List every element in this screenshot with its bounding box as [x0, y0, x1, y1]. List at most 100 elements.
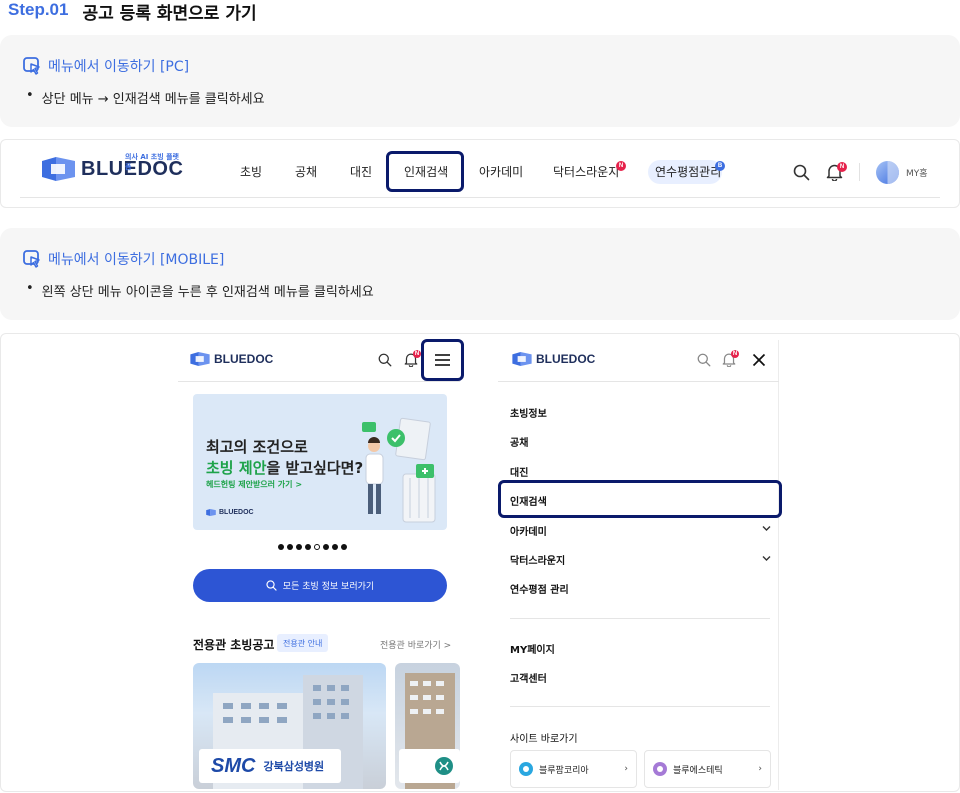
- nav-item-training-credits[interactable]: 연수평점관리: [655, 163, 721, 180]
- banner-line1: 최고의 조건으로: [206, 438, 308, 456]
- pager-dot[interactable]: [287, 544, 293, 550]
- exclusive-section-title: 전용관 초빙공고: [193, 638, 275, 652]
- banner-pager[interactable]: [278, 544, 347, 550]
- step-title: 공고 등록 화면으로 가기: [82, 3, 257, 24]
- banner-line2-rest: 을 받고싶다면?: [266, 459, 364, 477]
- pager-dot[interactable]: [278, 544, 284, 550]
- pc-heading: 메뉴에서 이동하기 [PC]: [22, 56, 189, 76]
- talent-search-highlight: [386, 151, 464, 192]
- step-badge: Step.01: [0, 0, 77, 22]
- mobile-bullet: 왼쪽 상단 메뉴 아이콘을 누른 후 인재검색 메뉴를 클릭하세요: [26, 281, 374, 300]
- banner-logo-text: BLUEDOC: [219, 509, 254, 516]
- chevron-down-icon[interactable]: [762, 555, 771, 562]
- menu-item-gongchae[interactable]: 공채: [510, 434, 528, 449]
- chevron-down-icon[interactable]: [762, 525, 771, 532]
- bluepharm-logo-icon: [519, 762, 533, 776]
- desktop-logo[interactable]: 의사 AI 초빙 플랫폼 BLUEDOC: [42, 153, 183, 181]
- mobile-heading-text: 메뉴에서 이동하기 [MOBILE]: [48, 252, 225, 268]
- new-badge: N: [616, 161, 626, 171]
- pager-dot[interactable]: [341, 544, 347, 550]
- promo-banner[interactable]: 최고의 조건으로 초빙 제안을 받고싶다면? 헤드헌팅 제안받으러 가기 > B…: [193, 394, 447, 530]
- step-header: Step.01 공고 등록 화면으로 가기: [0, 0, 257, 24]
- mobile-frame: [0, 333, 960, 792]
- site-link-blueaesthetic[interactable]: 블루에스테틱 ›: [644, 750, 771, 788]
- bell-badge: N: [837, 162, 847, 172]
- exclusive-section-link[interactable]: 전용관 바로가기 >: [380, 638, 451, 651]
- banner-cta[interactable]: 헤드헌팅 제안받으러 가기 >: [206, 479, 302, 490]
- menu-talent-search-highlight: [498, 480, 782, 518]
- menu-divider: [510, 706, 770, 707]
- site-shortcuts-label: 사이트 바로가기: [510, 734, 578, 745]
- mobile-instruction-panel: 메뉴에서 이동하기 [MOBILE] 왼쪽 상단 메뉴 아이콘을 누른 후 인재…: [0, 228, 960, 320]
- menu-item-my-page[interactable]: MY페이지: [510, 641, 555, 656]
- menu-divider: [510, 618, 770, 619]
- hospital-logo: SMC: [211, 754, 256, 777]
- close-icon[interactable]: [752, 353, 766, 367]
- search-icon: [266, 580, 277, 591]
- all-jobs-button-label: 모든 초빙 정보 보러가기: [282, 582, 375, 592]
- menu-item-chobing-info[interactable]: 초빙정보: [510, 405, 547, 420]
- nav-item-gongchae[interactable]: 공채: [295, 163, 317, 180]
- hospital-emblem-icon: [435, 757, 453, 775]
- drawer-logo-text: BLUEDOC: [536, 352, 596, 366]
- all-jobs-button[interactable]: 모든 초빙 정보 보러가기: [193, 569, 447, 602]
- mobile-heading: 메뉴에서 이동하기 [MOBILE]: [22, 249, 224, 269]
- pc-instruction-panel: 메뉴에서 이동하기 [PC] 상단 메뉴 → 인재검색 메뉴를 클릭하세요: [0, 35, 960, 127]
- bell-badge: N: [731, 350, 739, 358]
- blueaesthetic-logo-icon: [653, 762, 667, 776]
- menu-item-doctors-lounge[interactable]: 닥터스라운지: [510, 552, 565, 567]
- pager-dot-active[interactable]: [314, 544, 320, 550]
- menu-item-daejin[interactable]: 대진: [510, 464, 528, 479]
- mobile-header-divider: [178, 381, 460, 382]
- nav-item-chobing[interactable]: 초빙: [240, 163, 262, 180]
- hospital-card[interactable]: SMC 강북삼성병원: [193, 663, 386, 789]
- mobile-home-logo[interactable]: BLUEDOC: [190, 352, 273, 366]
- drawer-header-divider: [498, 381, 779, 382]
- nav-separator: [859, 163, 860, 181]
- my-home-link[interactable]: MY홈: [906, 166, 928, 179]
- nav-item-academy[interactable]: 아카데미: [479, 163, 523, 180]
- bluedoc-logo-icon: [206, 509, 216, 516]
- menu-item-academy[interactable]: 아카데미: [510, 523, 547, 538]
- desktop-logo-sub: 의사 AI 초빙 플랫폼: [125, 152, 179, 171]
- bluedoc-logo-icon: [42, 157, 75, 181]
- cursor-click-icon: [23, 57, 40, 75]
- banner-line2-green: 초빙 제안: [206, 459, 267, 477]
- hamburger-menu-icon[interactable]: [434, 353, 451, 367]
- bell-badge: N: [413, 350, 421, 358]
- cursor-click-icon: [23, 250, 40, 268]
- bluedoc-logo-icon: [512, 352, 532, 366]
- pager-dot[interactable]: [305, 544, 311, 550]
- hospital-name: 강북삼성병원: [263, 760, 325, 773]
- b-badge: B: [715, 161, 725, 171]
- site-link-blueaesthetic-label: 블루에스테틱: [673, 765, 723, 776]
- doctor-illustration-icon: [362, 417, 436, 523]
- mobile-home-logo-text: BLUEDOC: [214, 352, 274, 366]
- menu-item-customer-center[interactable]: 고객센터: [510, 670, 547, 685]
- pager-dot[interactable]: [323, 544, 329, 550]
- search-icon[interactable]: [793, 164, 810, 181]
- pager-dot[interactable]: [296, 544, 302, 550]
- search-icon[interactable]: [378, 353, 392, 367]
- nav-item-doctors-lounge[interactable]: 닥터스라운지: [553, 163, 619, 180]
- pc-heading-text: 메뉴에서 이동하기 [PC]: [48, 59, 190, 75]
- nav-item-daejin[interactable]: 대진: [350, 163, 372, 180]
- site-link-bluepharm[interactable]: 블루팜코리아 ›: [510, 750, 637, 788]
- chevron-right-icon: ›: [758, 764, 762, 774]
- banner-line2: 초빙 제안을 받고싶다면?: [206, 457, 363, 478]
- hospital-logo-plate: SMC 강북삼성병원: [199, 749, 341, 783]
- hospital-card-2[interactable]: [395, 663, 460, 789]
- bluedoc-logo-icon: [190, 352, 210, 366]
- pc-bullet: 상단 메뉴 → 인재검색 메뉴를 클릭하세요: [26, 88, 265, 107]
- menu-item-training-credits[interactable]: 연수평점 관리: [510, 581, 569, 596]
- chevron-right-icon: ›: [624, 764, 628, 774]
- drawer-logo[interactable]: BLUEDOC: [512, 352, 595, 366]
- search-icon[interactable]: [697, 353, 711, 367]
- banner-logo: BLUEDOC: [206, 509, 254, 516]
- avatar[interactable]: [876, 161, 899, 184]
- hospital-logo-plate: [399, 749, 460, 783]
- pager-dot[interactable]: [332, 544, 338, 550]
- site-link-bluepharm-label: 블루팜코리아: [539, 765, 589, 776]
- nav-underline: [20, 197, 940, 198]
- exclusive-section-tag[interactable]: 전용관 안내: [277, 634, 329, 652]
